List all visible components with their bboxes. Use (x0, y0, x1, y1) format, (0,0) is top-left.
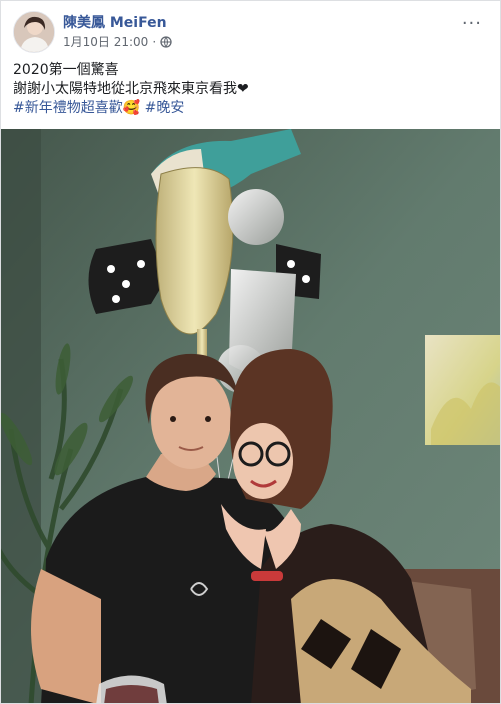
hashtag-line: #新年禮物超喜歡🥰 #晚安 (13, 99, 483, 118)
post-text: 2020第一個驚喜 謝謝小太陽特地從北京飛來東京看我❤ #新年禮物超喜歡🥰 #晚… (13, 61, 483, 118)
hashtag-link[interactable]: #新年禮物超喜歡🥰 (13, 100, 140, 116)
post-header: 陳美鳳 MeiFen 1月10日 21:00 · ··· (13, 11, 488, 53)
author-avatar[interactable] (13, 11, 55, 53)
facebook-post: 陳美鳳 MeiFen 1月10日 21:00 · ··· 2020第一個驚喜 謝… (0, 0, 501, 704)
post-line-1: 2020第一個驚喜 (13, 62, 119, 78)
post-photo[interactable] (1, 129, 500, 703)
author-name[interactable]: 陳美鳳 MeiFen (63, 12, 167, 32)
photo-illustration (1, 129, 500, 703)
meta-separator: · (152, 34, 157, 49)
avatar-photo (14, 12, 54, 52)
post-timestamp[interactable]: 1月10日 21:00 (63, 33, 148, 50)
globe-icon[interactable] (160, 35, 172, 48)
post-line-2: 謝謝小太陽特地從北京飛來東京看我❤ (13, 81, 249, 97)
hashtag-link[interactable]: #晚安 (145, 100, 185, 116)
ellipsis-icon[interactable]: ··· (462, 13, 482, 34)
post-meta: 1月10日 21:00 · (63, 33, 172, 50)
